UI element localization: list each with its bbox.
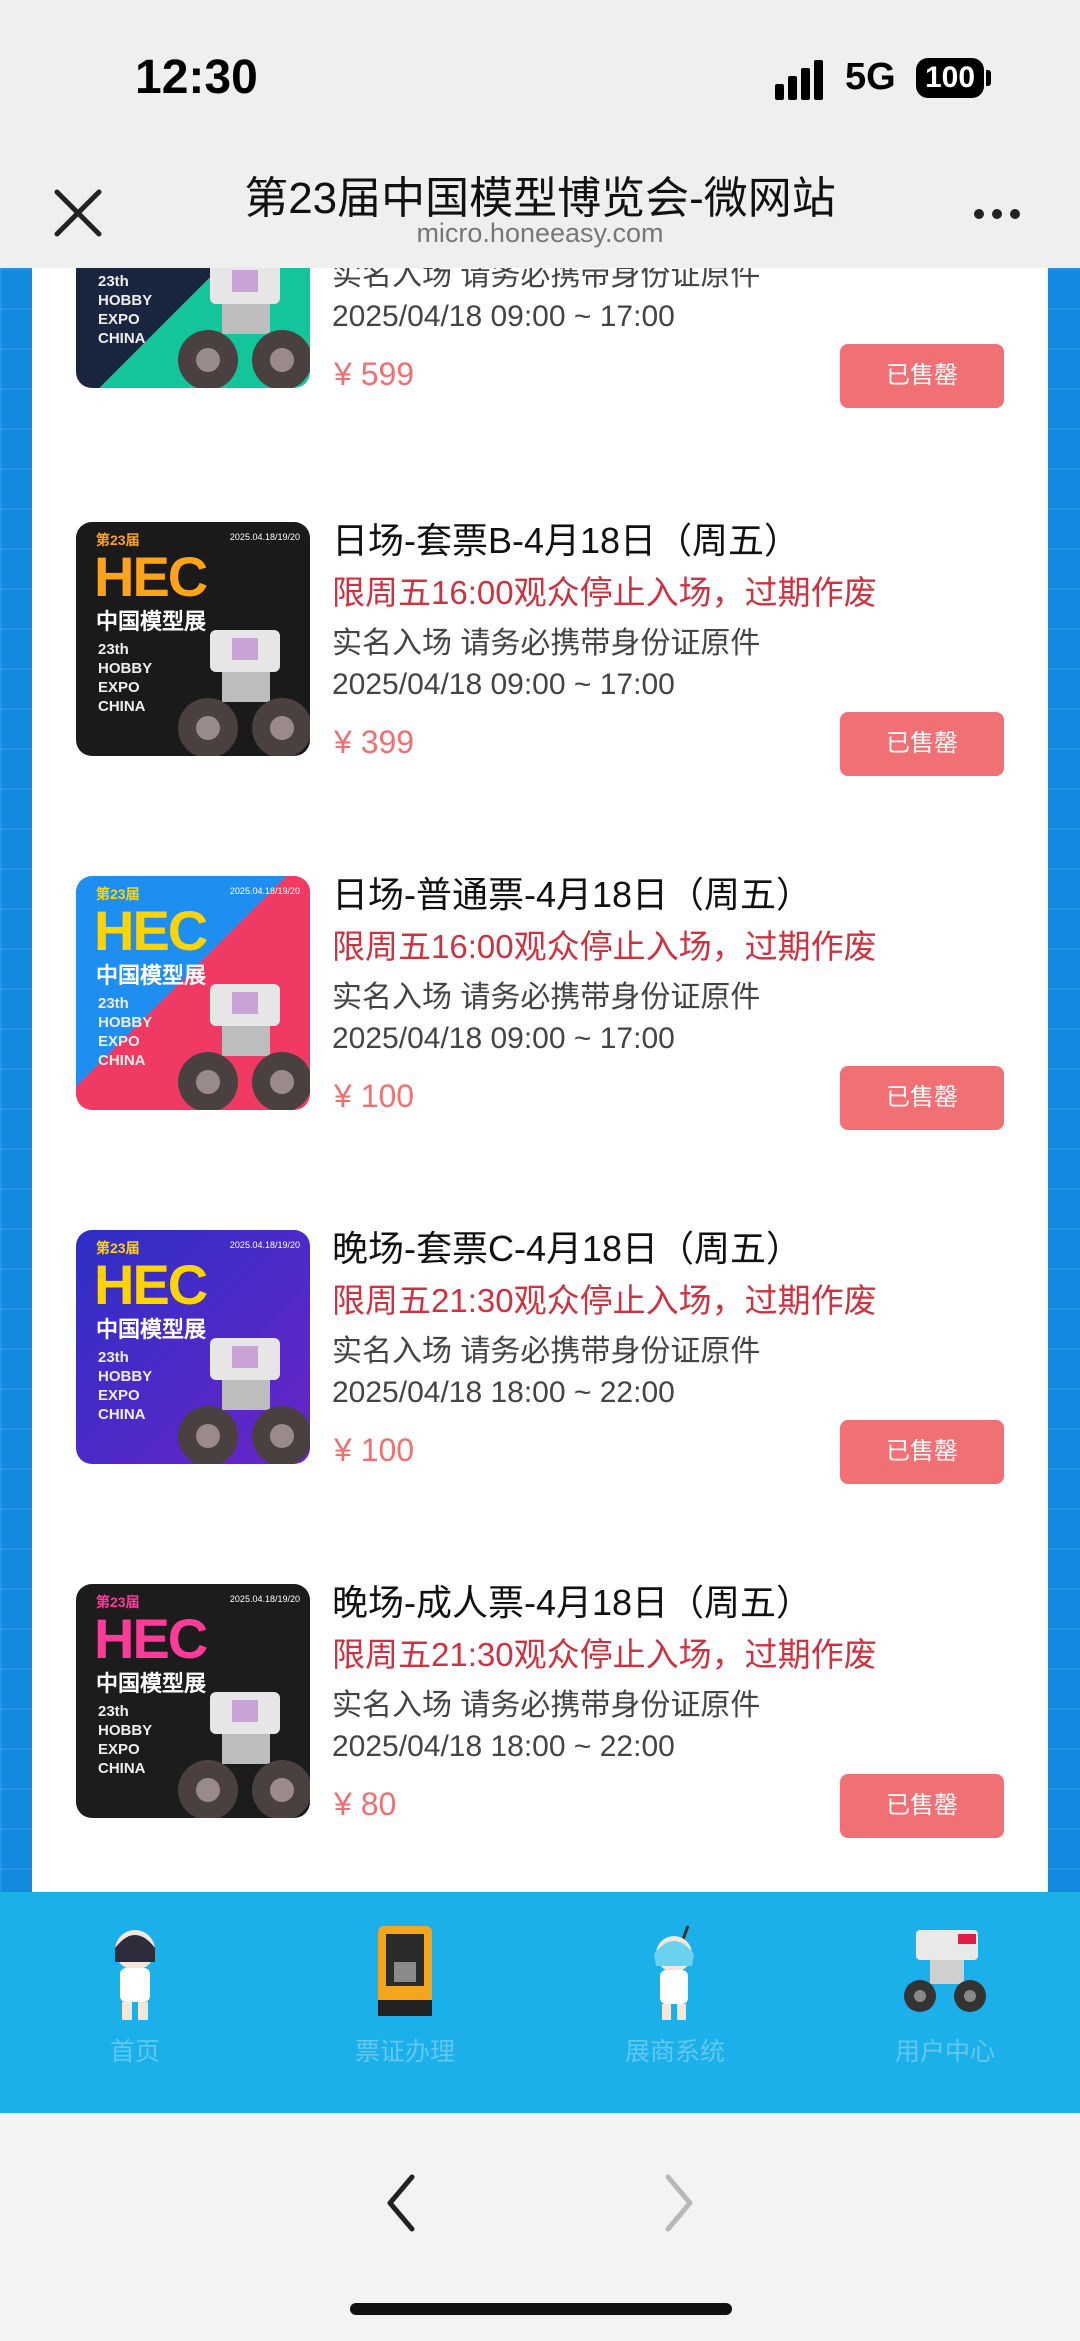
close-icon[interactable] xyxy=(45,180,111,246)
ticket-list: 第23届 2025.04.18/19/20 HEC 中国模型展 23thHOBB… xyxy=(32,268,1048,1892)
ticket-price: ¥ 80 xyxy=(334,1786,397,1822)
nav-label-user: 用户中心 xyxy=(894,2038,995,2066)
nav-label-home: 首页 xyxy=(109,2038,160,2066)
ticket-price: ¥ 100 xyxy=(334,1432,415,1468)
page-title: 第23届中国模型博览会-微网站 xyxy=(244,174,836,223)
ticket-name: 日场-套票B-4月18日（周五） xyxy=(332,520,801,561)
ticket-item[interactable]: 第23届 2025.04.18/19/20 HEC 中国模型展 23thHOBB… xyxy=(32,520,1048,776)
browser-toolbar xyxy=(0,2113,1080,2341)
thumb-hobby: 23th HOBBY EXPO CHINA xyxy=(98,995,153,1069)
ticket-time: 2025/04/18 09:00 ~ 17:00 xyxy=(332,1022,675,1055)
nav-label-tickets: 票证办理 xyxy=(354,2038,455,2066)
nav-item-exhibitor[interactable]: 展商系统 xyxy=(590,1922,760,2072)
thumb-date: 2025.04.18/19/20 xyxy=(229,886,300,896)
ticket-time: 2025/04/18 09:00 ~ 17:00 xyxy=(332,300,675,333)
forward-arrow-icon[interactable] xyxy=(652,2163,702,2243)
sold-out-button[interactable]: 已售罄 xyxy=(840,344,1004,408)
thumb-brand: HEC xyxy=(94,545,208,608)
ticket-item[interactable]: 第23届 2025.04.18/19/20 HEC 中国模型展 23thHOBB… xyxy=(32,874,1048,1130)
thumb-brand: HEC xyxy=(94,899,208,962)
nav-label-exhibitor: 展商系统 xyxy=(624,2038,725,2066)
ticket-thumbnail: 第23届 2025.04.18/19/20 HEC 中国模型展 23thHOBB… xyxy=(76,268,310,388)
ticket-note: 实名入场 请务必携带身份证原件 xyxy=(332,627,761,660)
thumb-date: 2025.04.18/19/20 xyxy=(229,532,300,542)
robot-icon xyxy=(178,268,310,388)
thumb-date: 2025.04.18/19/20 xyxy=(229,1594,300,1604)
network-label: 5G xyxy=(845,56,896,98)
thumb-brand: HEC xyxy=(94,1607,208,1670)
home-mascot-icon xyxy=(115,1930,155,2020)
home-indicator xyxy=(350,2303,732,2315)
ticket-thumbnail: 第23届 2025.04.18/19/20 HEC 中国模型展 23thHOBB… xyxy=(76,1584,310,1818)
sold-out-button[interactable]: 已售罄 xyxy=(840,1420,1004,1484)
sold-out-button[interactable]: 已售罄 xyxy=(840,1066,1004,1130)
ticket-time: 2025/04/18 09:00 ~ 17:00 xyxy=(332,668,675,701)
ticket-price: ¥ 399 xyxy=(334,724,415,760)
thumb-hobby: 23th HOBBY EXPO CHINA xyxy=(98,1349,153,1423)
robot-icon xyxy=(178,1338,310,1464)
ticket-name: 晚场-成人票-4月18日（周五） xyxy=(332,1582,813,1623)
ticket-item[interactable]: 第23届 2025.04.18/19/20 HEC 中国模型展 23thHOBB… xyxy=(32,1228,1048,1484)
ticket-thumbnail: 第23届 2025.04.18/19/20 HEC 中国模型展 23thHOBB… xyxy=(76,522,310,756)
ticket-warning: 限周五16:00观众停止入场，过期作废 xyxy=(332,928,877,965)
thumb-hobby: 23th HOBBY EXPO CHINA xyxy=(98,273,153,347)
sold-out-button[interactable]: 已售罄 xyxy=(840,1774,1004,1838)
ticket-thumbnail: 第23届 2025.04.18/19/20 HEC 中国模型展 23thHOBB… xyxy=(76,876,310,1110)
robot-icon xyxy=(178,984,310,1110)
ticket-item[interactable]: 第23届 2025.04.18/19/20 HEC 中国模型展 23thHOBB… xyxy=(32,268,1048,408)
ticket-note: 实名入场 请务必携带身份证原件 xyxy=(332,1689,761,1722)
sold-out-button[interactable]: 已售罄 xyxy=(840,712,1004,776)
ticket-name: 日场-普通票-4月18日（周五） xyxy=(332,874,813,915)
thumb-date: 2025.04.18/19/20 xyxy=(229,1240,300,1250)
printer-icon xyxy=(378,1926,432,2016)
nav-item-user[interactable]: 用户中心 xyxy=(860,1922,1030,2072)
ticket-warning: 限周五21:30观众停止入场，过期作废 xyxy=(332,1636,877,1673)
ticket-warning: 限周五21:30观众停止入场，过期作废 xyxy=(332,1282,877,1319)
battery-tip xyxy=(986,70,991,86)
ticket-name: 晚场-套票C-4月18日（周五） xyxy=(332,1228,803,1269)
ticket-note: 实名入场 请务必携带身份证原件 xyxy=(332,981,761,1014)
thumb-brand: HEC xyxy=(94,1253,208,1316)
ticket-time: 2025/04/18 18:00 ~ 22:00 xyxy=(332,1376,675,1409)
browser-title-bar: 第23届中国模型博览会-微网站 micro.honeeasy.com xyxy=(0,150,1080,268)
robot-icon xyxy=(178,630,310,756)
thumb-hobby: 23th HOBBY EXPO CHINA xyxy=(98,641,153,715)
page-url: micro.honeeasy.com xyxy=(416,218,664,248)
back-arrow-icon[interactable] xyxy=(378,2163,428,2243)
ticket-thumbnail: 第23届 2025.04.18/19/20 HEC 中国模型展 23thHOBB… xyxy=(76,1230,310,1464)
robot-vehicle-icon xyxy=(904,1930,986,2012)
ticket-price: ¥ 100 xyxy=(334,1078,415,1114)
nav-item-home[interactable]: 首页 xyxy=(50,1922,220,2072)
ticket-item[interactable]: 第23届 2025.04.18/19/20 HEC 中国模型展 23thHOBB… xyxy=(32,1582,1048,1838)
status-bar: 12:30 5G 100 xyxy=(0,0,1080,150)
ticket-note: 实名入场 请务必携带身份证原件 xyxy=(332,268,761,292)
signal-icon xyxy=(775,60,823,100)
ticket-note: 实名入场 请务必携带身份证原件 xyxy=(332,1335,761,1368)
status-time: 12:30 xyxy=(135,51,258,104)
ticket-price: ¥ 599 xyxy=(334,356,415,392)
robot-icon xyxy=(178,1692,310,1818)
ticket-time: 2025/04/18 18:00 ~ 22:00 xyxy=(332,1730,675,1763)
battery-icon: 100 xyxy=(916,58,984,98)
ticket-warning: 限周五16:00观众停止入场，过期作废 xyxy=(332,574,877,611)
thumb-hobby: 23th HOBBY EXPO CHINA xyxy=(98,1703,153,1777)
bottom-nav: 首页 票证办理 展商系统 用户中心 xyxy=(0,1892,1080,2113)
exhibitor-mascot-icon xyxy=(654,1925,694,2020)
more-icon[interactable] xyxy=(970,205,1030,225)
nav-item-tickets[interactable]: 票证办理 xyxy=(320,1922,490,2072)
